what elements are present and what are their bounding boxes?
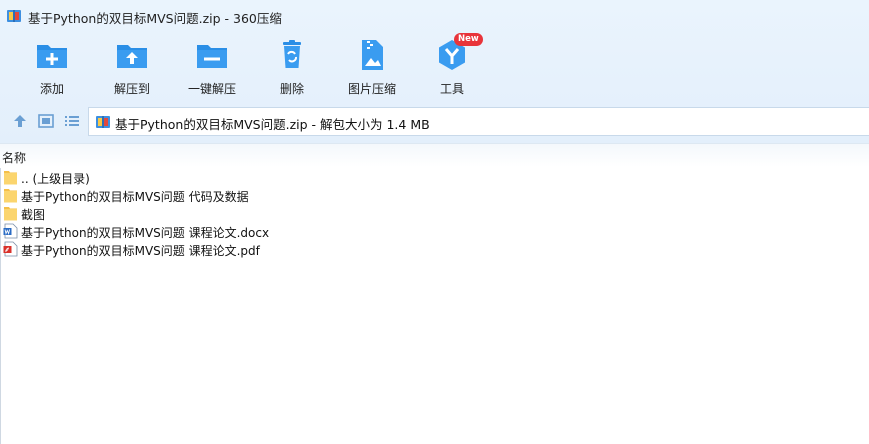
list-item-parent-dir[interactable]: .. (上级目录) [0, 168, 869, 186]
pdf-icon [3, 241, 18, 257]
up-level-icon[interactable] [11, 112, 29, 130]
list-item-label: 基于Python的双目标MVS问题 课程论文.pdf [21, 244, 260, 258]
folder-icon [4, 171, 17, 185]
thumbnail-view-icon[interactable] [37, 112, 55, 130]
folder-icon [4, 207, 17, 221]
delete-button[interactable]: 删除 [252, 36, 332, 98]
delete-label: 删除 [279, 82, 304, 96]
list-item-screenshot-folder[interactable]: 截图 [0, 204, 869, 222]
word-doc-icon [3, 223, 18, 239]
one-click-extract-label: 一键解压 [187, 82, 236, 96]
tools-button[interactable]: New 工具 [412, 33, 492, 98]
list-item-label: 基于Python的双目标MVS问题 课程论文.docx [21, 226, 270, 240]
column-name-header[interactable]: 名称 [2, 149, 26, 166]
archive-file-icon [96, 116, 110, 128]
list-item-docx[interactable]: 基于Python的双目标MVS问题 课程论文.docx [0, 222, 869, 240]
folder-extract-icon [117, 45, 147, 68]
folder-icon [4, 189, 17, 203]
add-button[interactable]: 添加 [12, 36, 92, 98]
app-window: 基于Python的双目标MVS问题.zip - 360压缩 添加 解压到 一键解… [0, 0, 869, 444]
list-item-label: 截图 [21, 208, 46, 222]
archive-app-icon [7, 10, 21, 22]
recycle-bin-icon [283, 40, 301, 68]
folder-add-icon [37, 45, 67, 68]
list-view-icon[interactable] [63, 112, 81, 130]
list-item-code-folder[interactable]: 基于Python的双目标MVS问题 代码及数据 [0, 186, 869, 204]
column-header: 名称 [0, 143, 869, 167]
window-title: 基于Python的双目标MVS问题.zip - 360压缩 [28, 11, 282, 26]
address-bar[interactable]: 基于Python的双目标MVS问题.zip - 解包大小为 1.4 MB [88, 107, 869, 136]
extract-to-button[interactable]: 解压到 [92, 36, 172, 98]
extract-to-label: 解压到 [113, 82, 150, 96]
address-path: 基于Python的双目标MVS问题.zip - 解包大小为 1.4 MB [115, 117, 430, 132]
add-label: 添加 [39, 82, 64, 96]
image-compress-icon [362, 40, 383, 70]
list-item-label: .. (上级目录) [21, 172, 90, 186]
tools-label: 工具 [439, 82, 464, 96]
top-panel: 基于Python的双目标MVS问题.zip - 360压缩 添加 解压到 一键解… [0, 0, 869, 143]
title-bar: 基于Python的双目标MVS问题.zip - 360压缩 [0, 0, 869, 32]
folder-oneclick-extract-icon [197, 45, 227, 68]
image-compress-button[interactable]: 图片压缩 [332, 36, 412, 98]
tools-icon-wrap: New [435, 33, 483, 72]
image-compress-label: 图片压缩 [347, 82, 396, 96]
list-item-label: 基于Python的双目标MVS问题 代码及数据 [21, 190, 249, 204]
list-item-pdf[interactable]: 基于Python的双目标MVS问题 课程论文.pdf [0, 240, 869, 258]
new-badge: New [454, 33, 483, 46]
main-toolbar: 添加 解压到 一键解压 删除 图片压缩 New 工具 [0, 33, 869, 98]
one-click-extract-button[interactable]: 一键解压 [172, 36, 252, 98]
